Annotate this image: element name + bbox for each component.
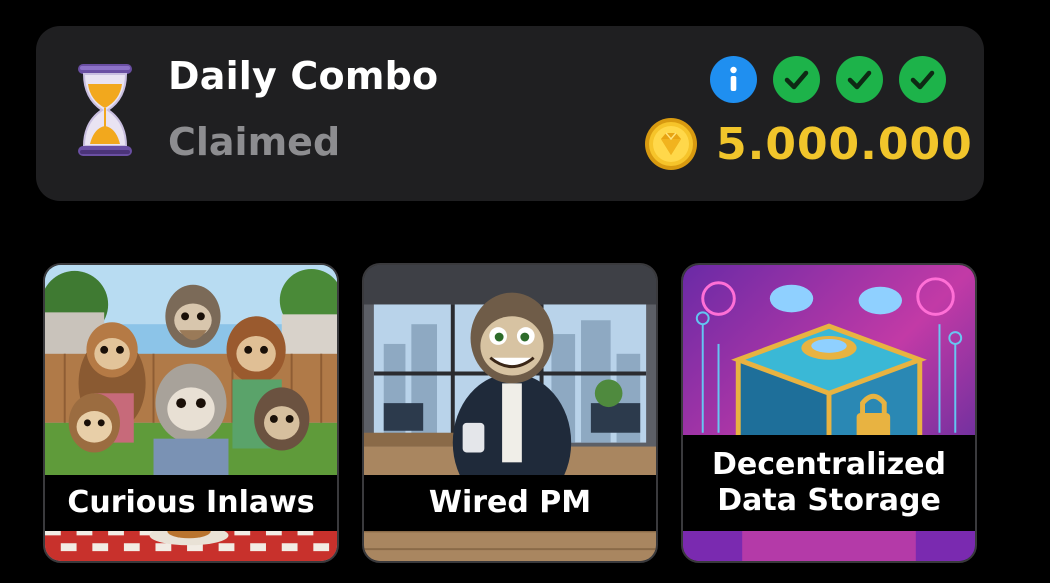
card-title: Wired PM bbox=[428, 485, 592, 520]
combo-progress-indicators bbox=[710, 56, 946, 104]
daily-combo-title: Daily Combo bbox=[168, 54, 439, 98]
card-label-bar: Wired PM bbox=[364, 475, 656, 531]
daily-combo-status: Claimed bbox=[168, 120, 341, 164]
reward-amount: 5.000.000 bbox=[716, 118, 973, 170]
combo-card-decentralized-data-storage[interactable]: Decentralized Data Storage bbox=[681, 263, 977, 563]
coin-icon bbox=[645, 118, 697, 170]
daily-combo-panel[interactable] bbox=[36, 26, 984, 201]
info-icon[interactable] bbox=[710, 56, 757, 103]
screen: Daily Combo Claimed 5.000.000 Curious In… bbox=[0, 0, 1050, 583]
card-label-bar: Decentralized Data Storage bbox=[683, 435, 975, 531]
combo-reward: 5.000.000 bbox=[644, 117, 973, 171]
card-title: Decentralized Data Storage bbox=[712, 447, 946, 518]
check-icon bbox=[773, 56, 820, 103]
combo-card-wired-pm[interactable]: Wired PM bbox=[362, 263, 658, 563]
card-label-bar: Curious Inlaws bbox=[45, 475, 337, 531]
check-icon bbox=[836, 56, 883, 103]
hourglass-icon bbox=[78, 64, 132, 156]
combo-card-curious-inlaws[interactable]: Curious Inlaws bbox=[43, 263, 339, 563]
card-title: Curious Inlaws bbox=[67, 485, 315, 520]
check-icon bbox=[899, 56, 946, 103]
